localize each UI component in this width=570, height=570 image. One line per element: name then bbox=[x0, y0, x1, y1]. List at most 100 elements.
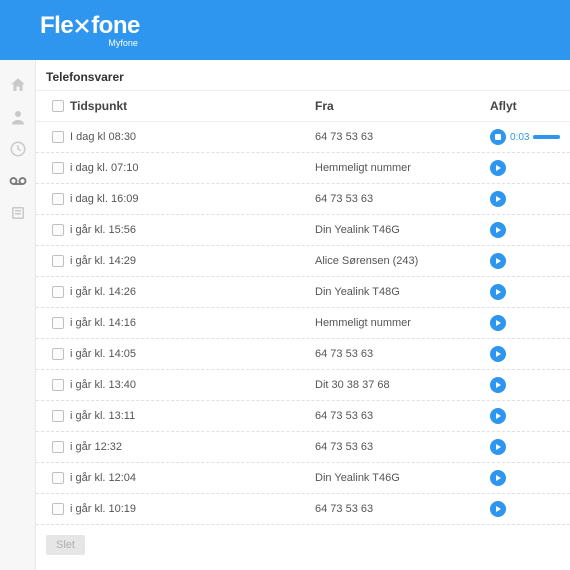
row-checkbox[interactable] bbox=[52, 131, 64, 143]
cell-from: Hemmeligt nummer bbox=[315, 162, 490, 174]
cell-time: i går kl. 14:16 bbox=[70, 317, 315, 329]
delete-button[interactable]: Slet bbox=[46, 535, 85, 555]
play-icon bbox=[496, 258, 501, 264]
table-body: I dag kl 08:3064 73 53 630:03i dag kl. 0… bbox=[36, 122, 570, 525]
play-icon bbox=[496, 320, 501, 326]
table-row: i går kl. 13:1164 73 53 63 bbox=[36, 401, 570, 432]
col-header-play: Aflyt bbox=[490, 99, 560, 113]
cell-time: i går kl. 15:56 bbox=[70, 224, 315, 236]
stop-button[interactable] bbox=[490, 129, 506, 145]
cell-from: 64 73 53 63 bbox=[315, 348, 490, 360]
play-icon bbox=[496, 382, 501, 388]
user-icon bbox=[9, 108, 27, 126]
col-header-time: Tidspunkt bbox=[70, 99, 315, 113]
duration-label: 0:03 bbox=[510, 132, 529, 143]
table-header: Tidspunkt Fra Aflyt bbox=[36, 90, 570, 122]
main-content: Telefonsvarer Tidspunkt Fra Aflyt I dag … bbox=[36, 60, 570, 570]
row-checkbox[interactable] bbox=[52, 317, 64, 329]
play-button[interactable] bbox=[490, 284, 506, 300]
table-row: i går kl. 14:26Din Yealink T48G bbox=[36, 277, 570, 308]
row-checkbox[interactable] bbox=[52, 224, 64, 236]
cell-from: Hemmeligt nummer bbox=[315, 317, 490, 329]
stop-icon bbox=[495, 134, 501, 140]
page-title: Telefonsvarer bbox=[36, 60, 570, 90]
play-button[interactable] bbox=[490, 160, 506, 176]
row-checkbox[interactable] bbox=[52, 162, 64, 174]
row-checkbox[interactable] bbox=[52, 441, 64, 453]
cell-time: i går kl. 14:05 bbox=[70, 348, 315, 360]
logo-text: Fle bbox=[40, 12, 73, 40]
table-footer: Slet bbox=[36, 525, 570, 565]
fax-icon bbox=[9, 204, 27, 222]
play-icon bbox=[496, 475, 501, 481]
table-row: i går kl. 12:04Din Yealink T46G bbox=[36, 463, 570, 494]
play-button[interactable] bbox=[490, 408, 506, 424]
row-checkbox[interactable] bbox=[52, 503, 64, 515]
table-row: i dag kl. 16:0964 73 53 63 bbox=[36, 184, 570, 215]
play-button[interactable] bbox=[490, 377, 506, 393]
play-icon bbox=[496, 196, 501, 202]
progress-bar[interactable] bbox=[533, 135, 560, 139]
sidebar-item-home[interactable] bbox=[7, 74, 29, 96]
row-checkbox[interactable] bbox=[52, 348, 64, 360]
cell-from: 64 73 53 63 bbox=[315, 441, 490, 453]
play-button[interactable] bbox=[490, 222, 506, 238]
cell-time: i går kl. 12:04 bbox=[70, 472, 315, 484]
play-button[interactable] bbox=[490, 253, 506, 269]
logo-x-icon bbox=[73, 17, 91, 35]
cell-from: 64 73 53 63 bbox=[315, 193, 490, 205]
play-button[interactable] bbox=[490, 439, 506, 455]
play-icon bbox=[496, 227, 501, 233]
cell-time: i går 12:32 bbox=[70, 441, 315, 453]
table-row: i går kl. 10:1964 73 53 63 bbox=[36, 494, 570, 525]
cell-time: i går kl. 13:40 bbox=[70, 379, 315, 391]
cell-time: i går kl. 13:11 bbox=[70, 410, 315, 422]
play-icon bbox=[496, 413, 501, 419]
row-checkbox[interactable] bbox=[52, 255, 64, 267]
cell-time: I dag kl 08:30 bbox=[70, 131, 315, 143]
sidebar-item-clock[interactable] bbox=[7, 138, 29, 160]
play-icon bbox=[496, 444, 501, 450]
brand-logo: Flefone Myfone bbox=[40, 12, 140, 48]
logo-sub: Myfone bbox=[108, 38, 138, 48]
cell-from: Din Yealink T48G bbox=[315, 286, 490, 298]
table-row: i går kl. 13:40Dit 30 38 37 68 bbox=[36, 370, 570, 401]
cell-from: Din Yealink T46G bbox=[315, 472, 490, 484]
row-checkbox[interactable] bbox=[52, 193, 64, 205]
table-row: i går kl. 15:56Din Yealink T46G bbox=[36, 215, 570, 246]
row-checkbox[interactable] bbox=[52, 472, 64, 484]
sidebar-item-fax[interactable] bbox=[7, 202, 29, 224]
table-row: i dag kl. 07:10Hemmeligt nummer bbox=[36, 153, 570, 184]
row-checkbox[interactable] bbox=[52, 286, 64, 298]
play-button[interactable] bbox=[490, 470, 506, 486]
cell-from: 64 73 53 63 bbox=[315, 410, 490, 422]
cell-from: Dit 30 38 37 68 bbox=[315, 379, 490, 391]
cell-from: 64 73 53 63 bbox=[315, 503, 490, 515]
cell-time: i dag kl. 16:09 bbox=[70, 193, 315, 205]
cell-time: i går kl. 14:29 bbox=[70, 255, 315, 267]
sidebar-item-user[interactable] bbox=[7, 106, 29, 128]
cell-time: i går kl. 10:19 bbox=[70, 503, 315, 515]
clock-icon bbox=[9, 140, 27, 158]
play-icon bbox=[496, 506, 501, 512]
play-icon bbox=[496, 289, 501, 295]
table-row: i går kl. 14:16Hemmeligt nummer bbox=[36, 308, 570, 339]
play-icon bbox=[496, 351, 501, 357]
row-checkbox[interactable] bbox=[52, 379, 64, 391]
cell-time: i dag kl. 07:10 bbox=[70, 162, 315, 174]
select-all-checkbox[interactable] bbox=[52, 100, 64, 112]
app-header: Flefone Myfone bbox=[0, 0, 570, 60]
play-button[interactable] bbox=[490, 346, 506, 362]
sidebar-item-voicemail[interactable] bbox=[7, 170, 29, 192]
home-icon bbox=[9, 76, 27, 94]
table-row: i går kl. 14:0564 73 53 63 bbox=[36, 339, 570, 370]
table-row: i går 12:3264 73 53 63 bbox=[36, 432, 570, 463]
table-row: I dag kl 08:3064 73 53 630:03 bbox=[36, 122, 570, 153]
cell-from: Din Yealink T46G bbox=[315, 224, 490, 236]
play-button[interactable] bbox=[490, 501, 506, 517]
row-checkbox[interactable] bbox=[52, 410, 64, 422]
table-row: i går kl. 14:29Alice Sørensen (243) bbox=[36, 246, 570, 277]
play-button[interactable] bbox=[490, 191, 506, 207]
play-button[interactable] bbox=[490, 315, 506, 331]
cell-time: i går kl. 14:26 bbox=[70, 286, 315, 298]
